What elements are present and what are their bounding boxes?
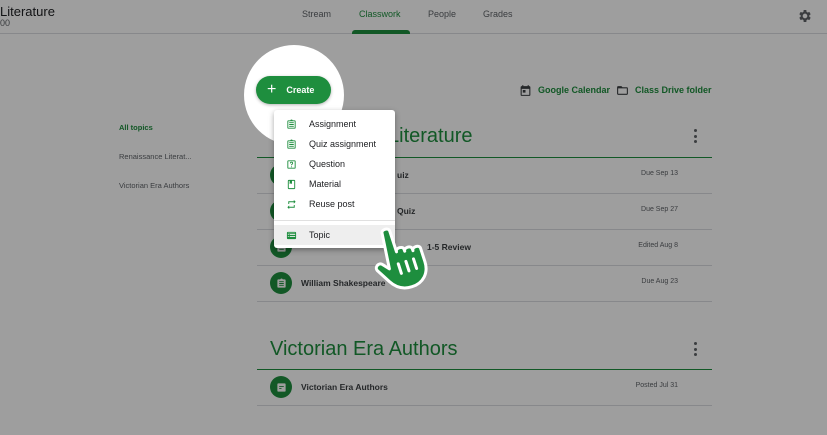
- create-label: Create: [286, 85, 315, 95]
- quiz-assignment-icon: [287, 138, 296, 149]
- question-icon: [287, 159, 296, 169]
- topic-icon: [286, 231, 297, 239]
- menu-item-label: Reuse post: [309, 199, 355, 209]
- assignment-icon: [287, 118, 296, 129]
- menu-divider: [274, 220, 395, 221]
- create-button[interactable]: + Create: [256, 76, 331, 104]
- menu-item-assignment[interactable]: Assignment: [274, 114, 395, 134]
- menu-item-label: Topic: [309, 230, 331, 240]
- reuse-icon: [287, 199, 296, 209]
- menu-item-label: Question: [309, 159, 346, 169]
- menu-item-label: Material: [309, 179, 342, 189]
- menu-item-quiz-assignment[interactable]: Quiz assignment: [274, 134, 395, 154]
- dim-overlay: [0, 0, 827, 435]
- menu-item-material[interactable]: Material: [274, 174, 395, 194]
- menu-item-question[interactable]: Question: [274, 154, 395, 174]
- material-icon: [287, 179, 296, 189]
- hand-pointer-icon: [374, 227, 428, 290]
- menu-item-label: Quiz assignment: [309, 139, 377, 149]
- menu-item-label: Assignment: [309, 119, 357, 129]
- menu-item-reuse-post[interactable]: Reuse post: [274, 194, 395, 214]
- plus-icon: +: [267, 81, 277, 98]
